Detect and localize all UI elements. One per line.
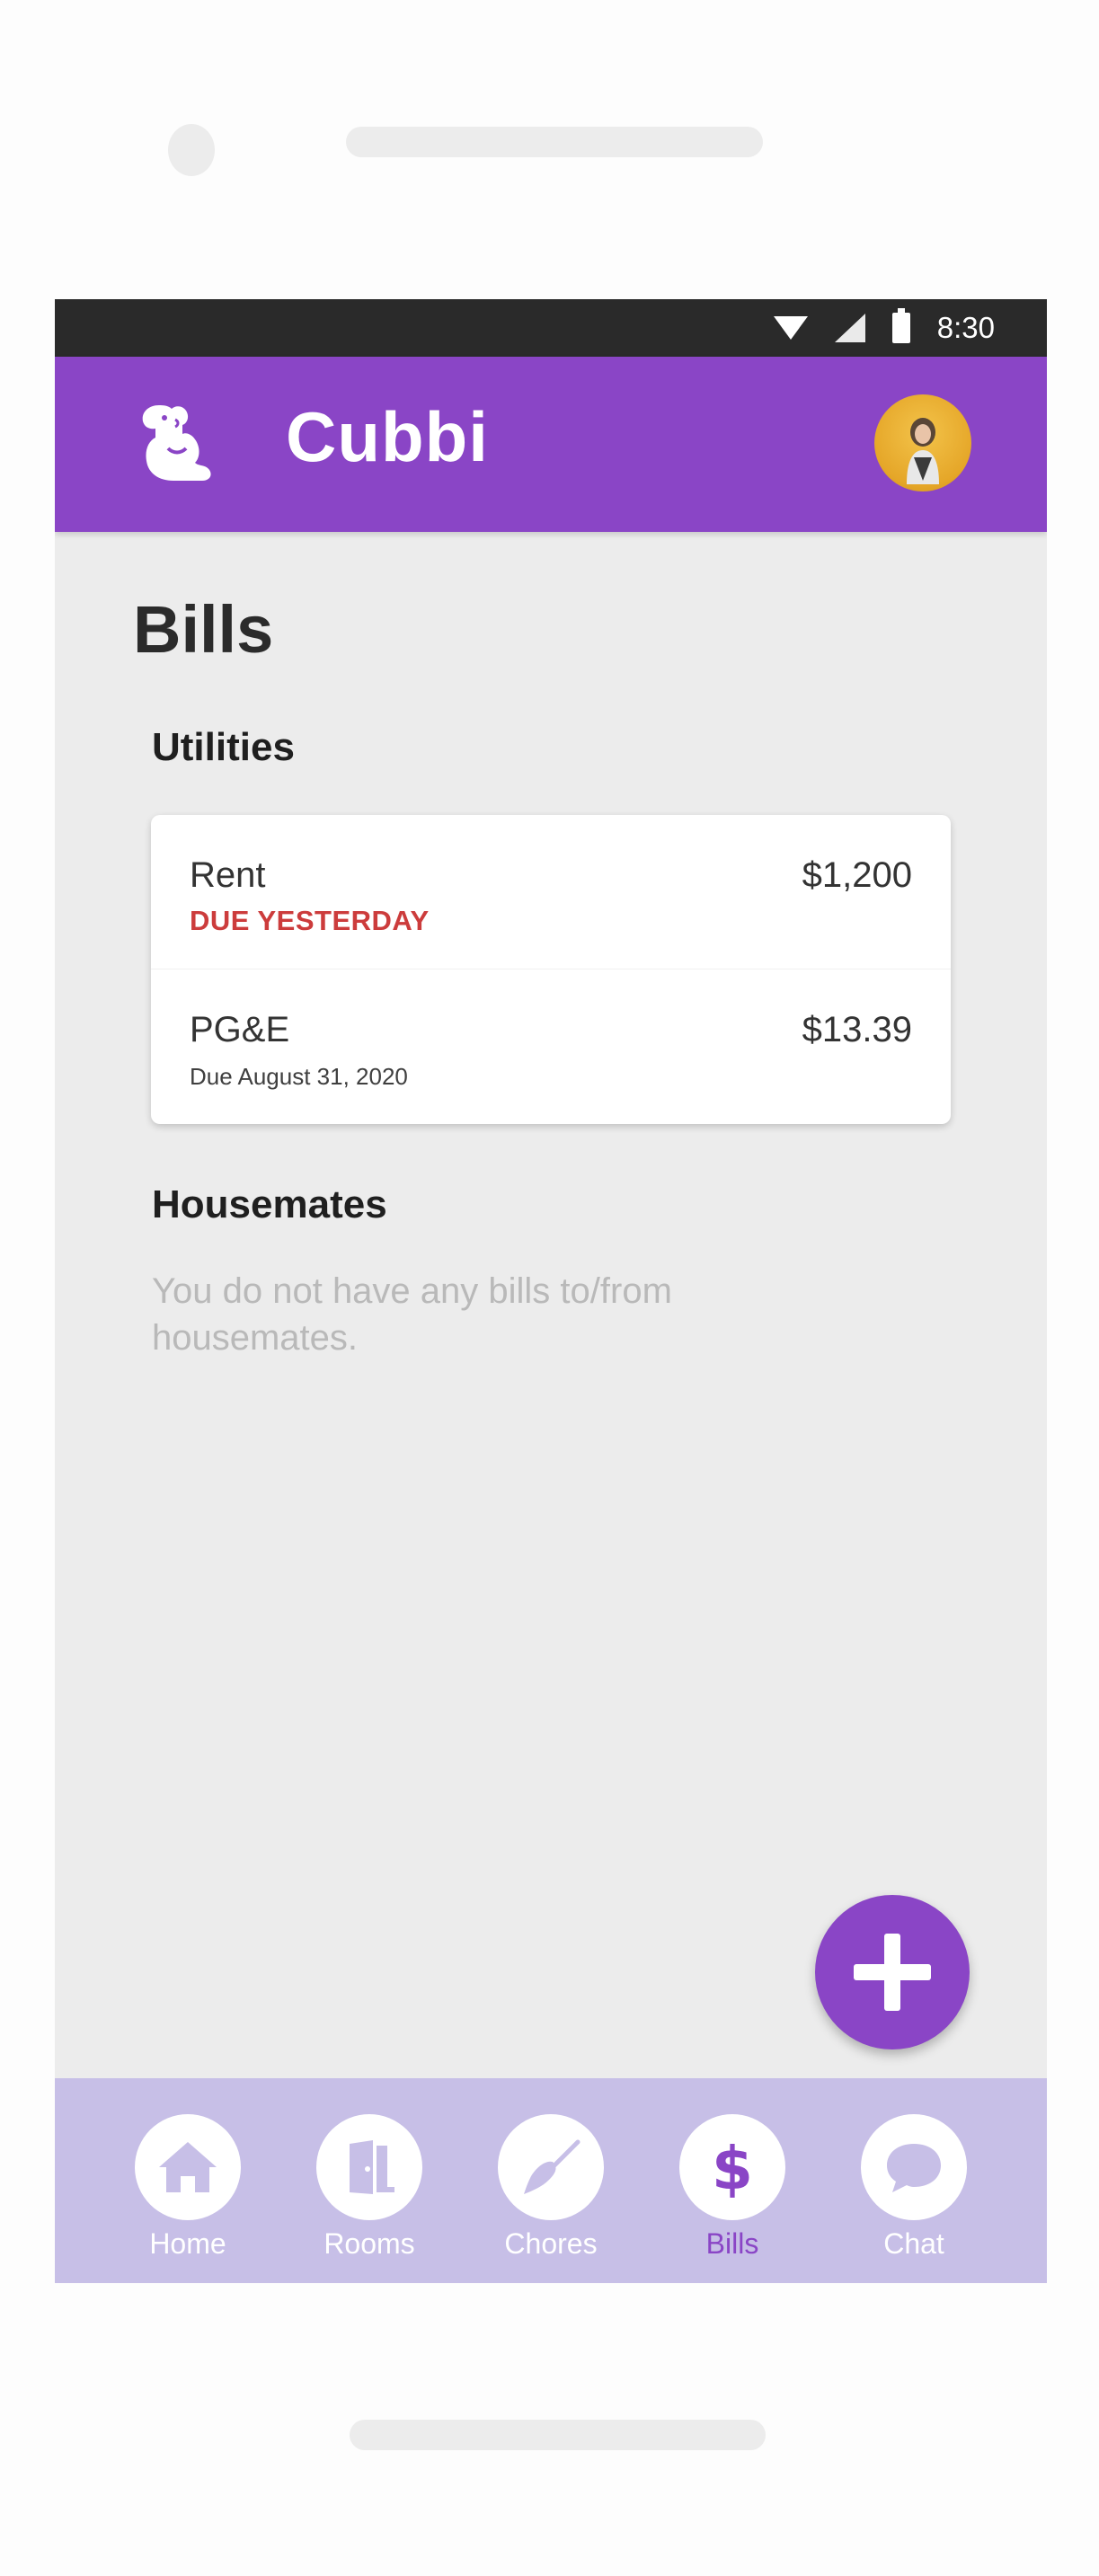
- bill-amount: $13.39: [802, 1010, 912, 1049]
- bottom-nav: Home Rooms Chores $ Bills Chat: [55, 2078, 1047, 2283]
- nav-item-chat[interactable]: Chat: [842, 2114, 986, 2267]
- status-time: 8:30: [936, 311, 995, 344]
- nav-item-bills[interactable]: $ Bills: [660, 2114, 804, 2267]
- bill-amount: $1,200: [802, 855, 912, 895]
- app-title: Cubbi: [286, 397, 489, 476]
- nav-label: Home: [149, 2227, 226, 2260]
- chat-bubble-icon: [887, 2144, 941, 2192]
- nav-label: Rooms: [323, 2227, 415, 2260]
- bill-due-date: Due August 31, 2020: [190, 1063, 408, 1090]
- cubbi-logo-icon: [142, 405, 211, 481]
- front-camera: [168, 124, 215, 176]
- bill-name: Rent: [190, 855, 266, 895]
- nav-item-chores[interactable]: Chores: [479, 2114, 623, 2267]
- home-icon: [159, 2142, 217, 2192]
- status-icons: 8:30: [773, 299, 995, 357]
- dollar-icon: $: [712, 2135, 753, 2200]
- bill-name: PG&E: [190, 1010, 290, 1049]
- bill-due-status: DUE YESTERDAY: [190, 905, 430, 936]
- add-bill-button[interactable]: [815, 1895, 970, 2049]
- app-screen: 8:30 Cubbi Bills Utilities Rent DUE YEST…: [55, 299, 1047, 2283]
- app-bar: Cubbi: [55, 357, 1047, 532]
- wifi-icon: [773, 316, 808, 340]
- utilities-card: Rent DUE YESTERDAY $1,200 PG&E Due Augus…: [151, 815, 951, 1124]
- user-avatar[interactable]: [874, 394, 971, 491]
- broom-icon: [524, 2139, 581, 2194]
- home-indicator: [350, 2420, 766, 2450]
- bill-row-rent[interactable]: Rent DUE YESTERDAY $1,200: [151, 815, 951, 969]
- earpiece-speaker: [346, 127, 763, 157]
- bill-row-pge[interactable]: PG&E Due August 31, 2020 $13.39: [151, 969, 951, 1124]
- svg-text:$: $: [712, 2135, 753, 2200]
- housemates-heading: Housemates: [152, 1182, 387, 1226]
- nav-label: Chores: [504, 2227, 598, 2260]
- housemates-empty-message: You do not have any bills to/from housem…: [152, 1271, 672, 1358]
- page-title: Bills: [133, 592, 274, 667]
- status-bar: 8:30: [55, 299, 1047, 357]
- nav-label: Bills: [705, 2227, 759, 2260]
- utilities-heading: Utilities: [152, 725, 295, 769]
- nav-icon-circle: [135, 2114, 241, 2220]
- nav-icon-circle: [316, 2114, 422, 2220]
- signal-icon: [834, 314, 865, 342]
- device-frame: 8:30 Cubbi Bills Utilities Rent DUE YEST…: [0, 0, 1099, 2576]
- nav-icon-circle: $: [679, 2114, 785, 2220]
- nav-icon-circle: [498, 2114, 604, 2220]
- door-icon: [350, 2140, 394, 2194]
- nav-label: Chat: [883, 2227, 944, 2260]
- avatar-portrait-icon: [907, 418, 939, 484]
- nav-item-rooms[interactable]: Rooms: [297, 2114, 441, 2267]
- nav-icon-circle: [861, 2114, 967, 2220]
- nav-item-home[interactable]: Home: [116, 2114, 260, 2267]
- battery-icon: [891, 308, 910, 343]
